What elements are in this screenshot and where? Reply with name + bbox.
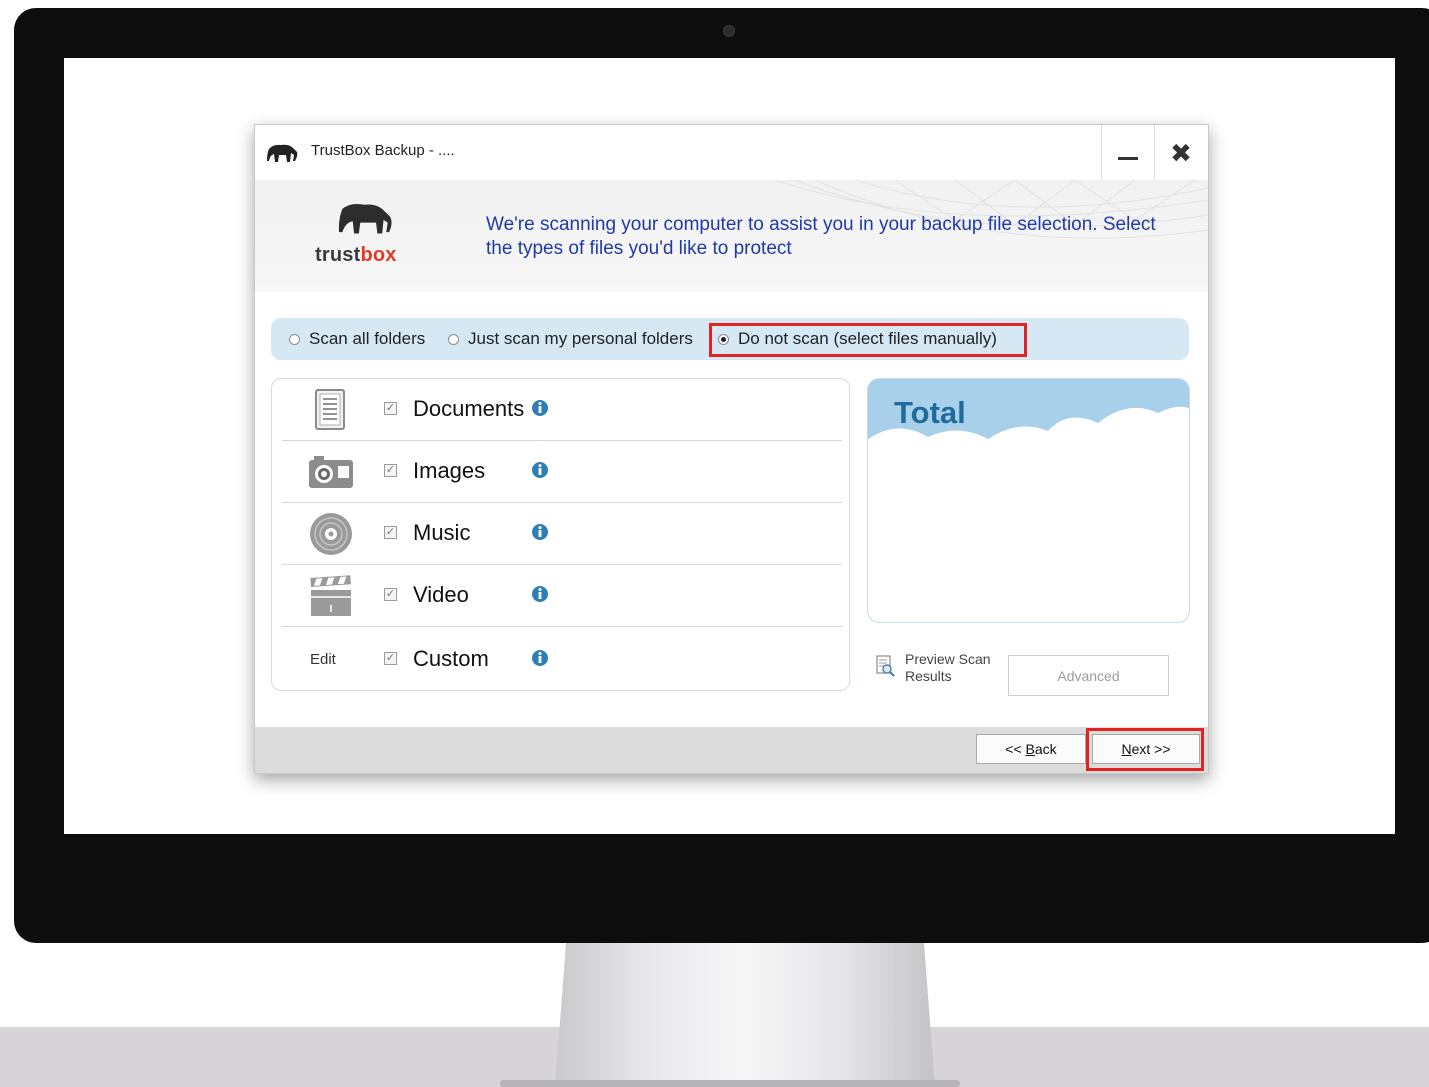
title-bar: TrustBox Backup - .... ✖ (255, 125, 1208, 180)
video-label: Video (413, 582, 469, 607)
radio-label: Just scan my personal folders (468, 329, 693, 348)
radio-button[interactable] (289, 333, 300, 345)
file-type-row-images: ✓ Images (282, 441, 842, 503)
documents-checkbox[interactable]: ✓ (384, 402, 397, 415)
elephant-icon (267, 144, 298, 162)
images-label: Images (413, 458, 486, 483)
camera-icon (723, 25, 735, 37)
info-icon[interactable] (531, 523, 549, 541)
preview-label: Preview Scan Results (905, 651, 991, 684)
camera-icon (308, 449, 354, 495)
documents-label: Documents (413, 396, 525, 421)
close-icon: ✖ (1170, 137, 1192, 168)
document-icon (308, 387, 354, 433)
info-icon[interactable] (531, 399, 549, 417)
total-panel: Total (867, 378, 1190, 623)
radio-label: Scan all folders (309, 329, 426, 348)
info-icon[interactable] (531, 585, 549, 603)
highlight-box (709, 323, 1027, 357)
music-label: Music (413, 520, 471, 545)
edit-custom-link[interactable]: Edit (310, 651, 336, 668)
clapperboard-icon (308, 573, 354, 619)
monitor-stand (555, 938, 935, 1087)
radio-scan-all-folders[interactable]: Scan all folders (289, 318, 425, 360)
total-title: Total (894, 395, 966, 430)
file-type-row-music: ✓ Music (282, 503, 842, 565)
images-checkbox[interactable]: ✓ (384, 464, 397, 477)
window-title: TrustBox Backup - .... (311, 142, 455, 159)
trustbox-logo-elephant (338, 203, 392, 234)
radio-scan-personal-folders[interactable]: Just scan my personal folders (448, 318, 693, 360)
file-type-row-video: ✓ Video (282, 565, 842, 627)
header-message: We're scanning your computer to assist y… (486, 214, 1156, 259)
custom-label: Custom (413, 646, 489, 671)
close-button[interactable]: ✖ (1154, 125, 1207, 180)
minimize-icon (1118, 157, 1138, 160)
file-types-panel: ✓ Documents ✓ Images ✓ Music ✓ Video Edi… (271, 378, 850, 691)
info-icon[interactable] (531, 649, 549, 667)
music-disc-icon (308, 511, 354, 557)
trustbox-logo-text: trustbox (315, 244, 397, 266)
highlight-box (1086, 728, 1204, 771)
stand-base (500, 1080, 960, 1087)
advanced-button[interactable]: Advanced (1008, 655, 1169, 696)
video-checkbox[interactable]: ✓ (384, 588, 397, 601)
custom-checkbox[interactable]: ✓ (384, 652, 397, 665)
header-band: trustbox We're scanning your computer to… (255, 180, 1208, 292)
info-icon[interactable] (531, 461, 549, 479)
minimize-button[interactable] (1101, 125, 1154, 180)
monitor-screen: TrustBox Backup - .... ✖ trustbox We're … (64, 58, 1395, 834)
back-button[interactable]: << Back (976, 734, 1086, 764)
preview-document-icon (876, 655, 895, 677)
music-checkbox[interactable]: ✓ (384, 526, 397, 539)
radio-button[interactable] (448, 333, 459, 345)
file-type-row-documents: ✓ Documents (282, 379, 842, 441)
trustbox-dialog: TrustBox Backup - .... ✖ trustbox We're … (254, 124, 1209, 774)
file-type-row-custom: Edit ✓ Custom (282, 627, 842, 689)
